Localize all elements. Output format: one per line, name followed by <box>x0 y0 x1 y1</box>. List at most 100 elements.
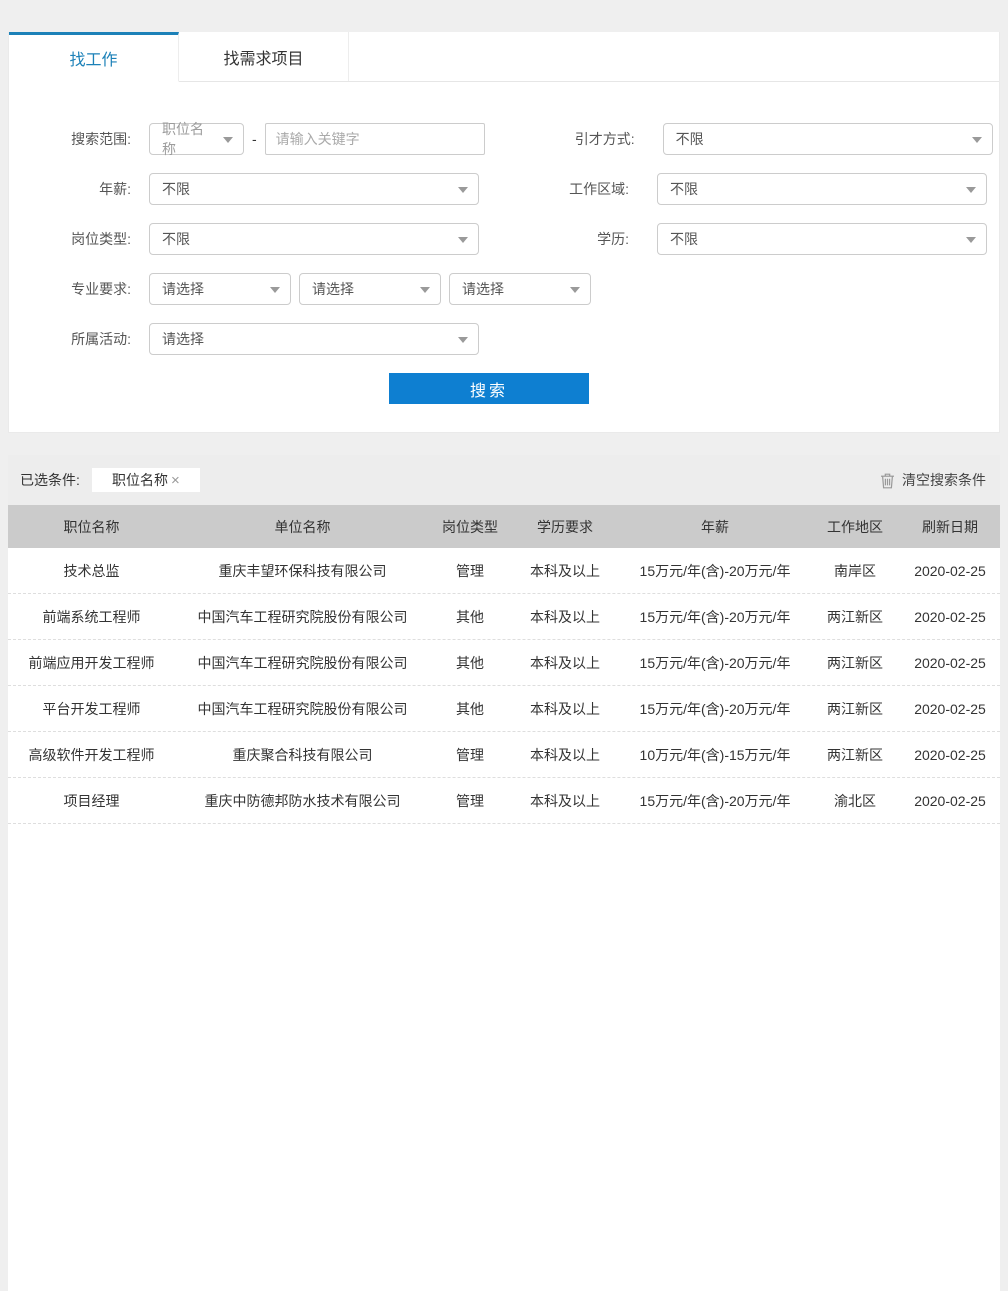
table-cell: 15万元/年(含)-20万元/年 <box>620 653 810 673</box>
table-cell: 本科及以上 <box>510 561 620 581</box>
work-area-select[interactable]: 不限 <box>657 173 987 205</box>
post-type-select[interactable]: 不限 <box>149 223 479 255</box>
selected-conditions-label: 已选条件: <box>20 470 80 490</box>
table-cell: 15万元/年(含)-20万元/年 <box>620 607 810 627</box>
talent-method-select[interactable]: 不限 <box>663 123 993 155</box>
table-cell: 重庆丰望环保科技有限公司 <box>175 561 430 581</box>
major-value-3: 请选择 <box>462 279 504 299</box>
table-cell: 技术总监 <box>8 561 175 581</box>
table-cell: 本科及以上 <box>510 791 620 811</box>
table-header-row: 职位名称单位名称岗位类型学历要求年薪工作地区刷新日期 <box>8 505 1000 548</box>
table-header-cell: 学历要求 <box>510 517 620 537</box>
keyword-input[interactable] <box>265 123 485 155</box>
table-cell: 高级软件开发工程师 <box>8 745 175 765</box>
chevron-down-icon <box>966 237 976 243</box>
activity-label: 所属活动: <box>9 329 131 349</box>
table-cell: 前端系统工程师 <box>8 607 175 627</box>
table-row[interactable]: 前端系统工程师中国汽车工程研究院股份有限公司其他本科及以上15万元/年(含)-2… <box>8 594 1000 640</box>
talent-method-label: 引才方式: <box>485 129 635 149</box>
clear-search-button[interactable]: 清空搜索条件 <box>880 470 986 490</box>
table-cell: 南岸区 <box>810 561 900 581</box>
search-card: 找工作 找需求项目 搜索范围: 职位名称 - 引才方式: 不限 年薪: 不限 <box>8 32 1000 433</box>
form-row-post-type: 岗位类型: 不限 学历: 不限 <box>9 223 999 255</box>
trash-icon <box>880 472 895 489</box>
table-row[interactable]: 平台开发工程师中国汽车工程研究院股份有限公司其他本科及以上15万元/年(含)-2… <box>8 686 1000 732</box>
table-header-cell: 工作地区 <box>810 517 900 537</box>
table-row[interactable]: 技术总监重庆丰望环保科技有限公司管理本科及以上15万元/年(含)-20万元/年南… <box>8 548 1000 594</box>
selected-conditions-bar: 已选条件: 职位名称 × 清空搜索条件 <box>8 455 1000 505</box>
table-header-cell: 年薪 <box>620 517 810 537</box>
table-cell: 2020-02-25 <box>900 609 1000 625</box>
table-cell: 渝北区 <box>810 791 900 811</box>
table-cell: 前端应用开发工程师 <box>8 653 175 673</box>
filter-tag-label: 职位名称 <box>112 470 168 490</box>
table-cell: 其他 <box>430 607 510 627</box>
table-cell: 本科及以上 <box>510 699 620 719</box>
major-select-3[interactable]: 请选择 <box>449 273 591 305</box>
chevron-down-icon <box>458 237 468 243</box>
table-cell: 两江新区 <box>810 745 900 765</box>
search-button[interactable]: 搜索 <box>389 373 589 404</box>
table-cell: 本科及以上 <box>510 653 620 673</box>
table-cell: 重庆中防德邦防水技术有限公司 <box>175 791 430 811</box>
form-row-activity: 所属活动: 请选择 <box>9 323 999 355</box>
table-row[interactable]: 项目经理重庆中防德邦防水技术有限公司管理本科及以上15万元/年(含)-20万元/… <box>8 778 1000 824</box>
tab-find-project[interactable]: 找需求项目 <box>179 32 349 81</box>
table-cell: 管理 <box>430 561 510 581</box>
table-cell: 中国汽车工程研究院股份有限公司 <box>175 699 430 719</box>
education-select[interactable]: 不限 <box>657 223 987 255</box>
results-panel: 已选条件: 职位名称 × 清空搜索条件 职位名称单位名称岗位类型学历要求年薪工作… <box>8 455 1000 1291</box>
filter-tag[interactable]: 职位名称 × <box>92 468 200 492</box>
table-row[interactable]: 前端应用开发工程师中国汽车工程研究院股份有限公司其他本科及以上15万元/年(含)… <box>8 640 1000 686</box>
close-icon[interactable]: × <box>171 472 180 489</box>
work-area-label: 工作区域: <box>479 179 629 199</box>
clear-search-label: 清空搜索条件 <box>902 470 986 490</box>
activity-select[interactable]: 请选择 <box>149 323 479 355</box>
chevron-down-icon <box>458 187 468 193</box>
table-cell: 10万元/年(含)-15万元/年 <box>620 745 810 765</box>
major-select-1[interactable]: 请选择 <box>149 273 291 305</box>
dash-separator: - <box>252 131 257 147</box>
table-cell: 平台开发工程师 <box>8 699 175 719</box>
table-cell: 本科及以上 <box>510 607 620 627</box>
table-cell: 中国汽车工程研究院股份有限公司 <box>175 607 430 627</box>
table-cell: 管理 <box>430 745 510 765</box>
table-cell: 2020-02-25 <box>900 655 1000 671</box>
table-cell: 两江新区 <box>810 699 900 719</box>
results-table-body: 技术总监重庆丰望环保科技有限公司管理本科及以上15万元/年(含)-20万元/年南… <box>8 548 1000 824</box>
table-cell: 其他 <box>430 699 510 719</box>
search-form: 搜索范围: 职位名称 - 引才方式: 不限 年薪: 不限 工作区域: 不限 <box>9 82 999 404</box>
education-label: 学历: <box>479 229 629 249</box>
tab-bar: 找工作 找需求项目 <box>9 32 999 82</box>
search-button-row: 搜索 <box>9 373 999 404</box>
major-label: 专业要求: <box>9 279 131 299</box>
table-header-cell: 单位名称 <box>175 517 430 537</box>
table-cell: 2020-02-25 <box>900 793 1000 809</box>
table-header-cell: 职位名称 <box>8 517 175 537</box>
table-header-cell: 刷新日期 <box>900 517 1000 537</box>
form-row-salary: 年薪: 不限 工作区域: 不限 <box>9 173 999 205</box>
chevron-down-icon <box>458 337 468 343</box>
table-row[interactable]: 高级软件开发工程师重庆聚合科技有限公司管理本科及以上10万元/年(含)-15万元… <box>8 732 1000 778</box>
tab-find-job[interactable]: 找工作 <box>9 32 179 82</box>
form-row-major: 专业要求: 请选择 请选择 请选择 <box>9 273 999 305</box>
form-row-scope: 搜索范围: 职位名称 - 引才方式: 不限 <box>9 123 999 155</box>
activity-value: 请选择 <box>162 329 204 349</box>
table-cell: 其他 <box>430 653 510 673</box>
chevron-down-icon <box>570 287 580 293</box>
table-cell: 中国汽车工程研究院股份有限公司 <box>175 653 430 673</box>
table-cell: 15万元/年(含)-20万元/年 <box>620 561 810 581</box>
major-select-2[interactable]: 请选择 <box>299 273 441 305</box>
table-cell: 15万元/年(含)-20万元/年 <box>620 699 810 719</box>
chevron-down-icon <box>966 187 976 193</box>
table-cell: 本科及以上 <box>510 745 620 765</box>
search-scope-select[interactable]: 职位名称 <box>149 123 244 155</box>
table-cell: 2020-02-25 <box>900 747 1000 763</box>
salary-select[interactable]: 不限 <box>149 173 479 205</box>
salary-value: 不限 <box>162 179 190 199</box>
chevron-down-icon <box>972 137 982 143</box>
table-cell: 15万元/年(含)-20万元/年 <box>620 791 810 811</box>
chevron-down-icon <box>420 287 430 293</box>
table-cell: 2020-02-25 <box>900 563 1000 579</box>
post-type-label: 岗位类型: <box>9 229 131 249</box>
